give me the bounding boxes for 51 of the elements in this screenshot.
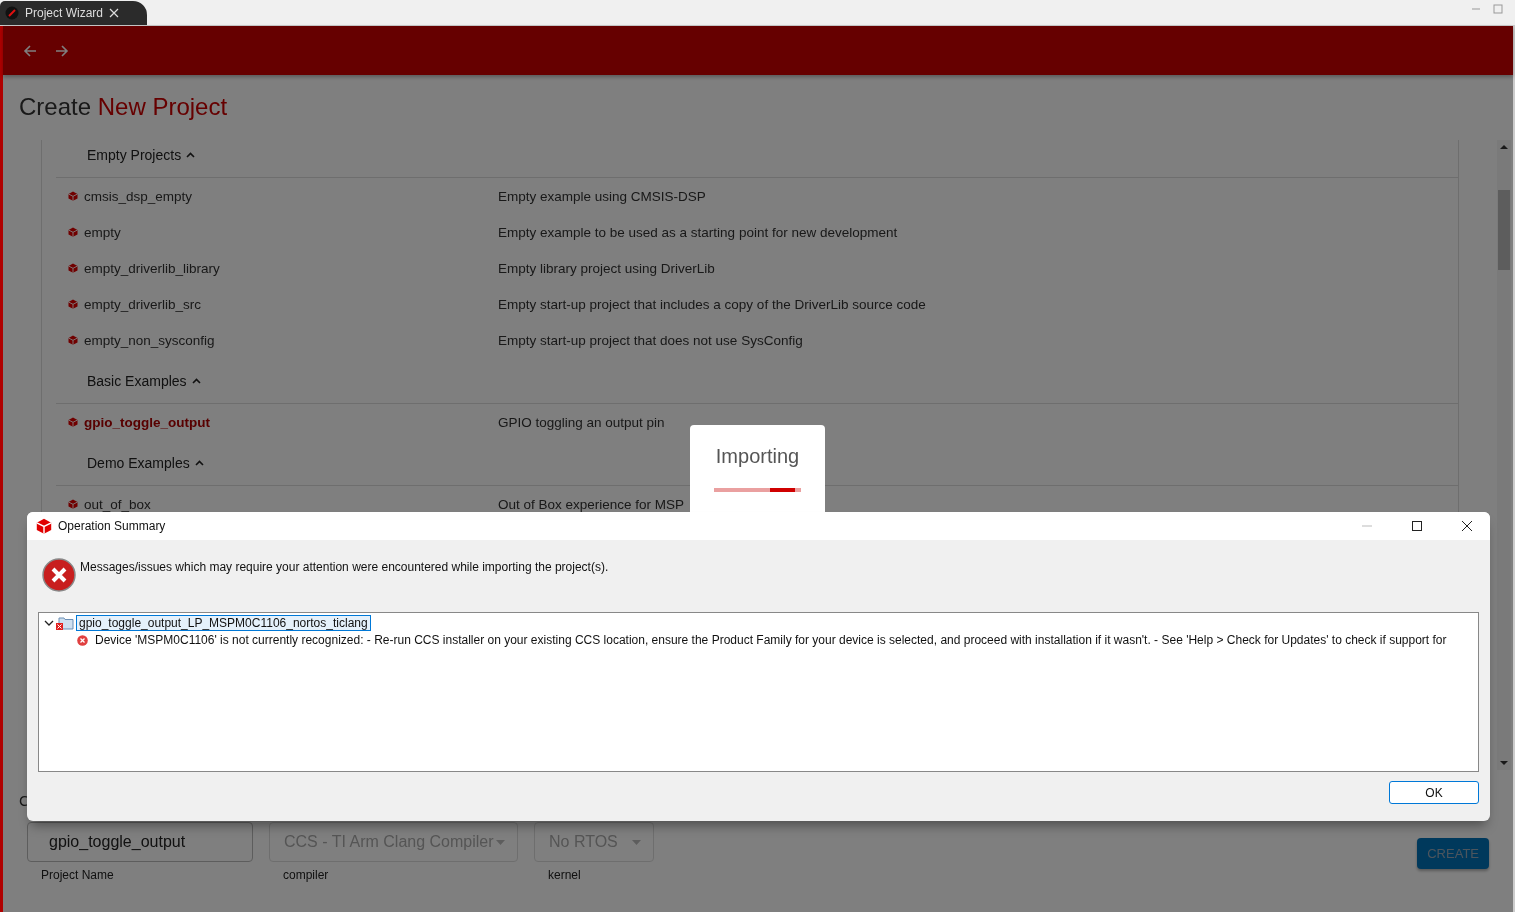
field-label: Project Name [40,867,115,882]
dropdown-caret-icon [496,839,505,845]
example-name[interactable]: cmsis_dsp_empty [68,188,193,204]
ok-button[interactable]: OK [1389,781,1479,804]
dialog-title: Operation Summary [58,519,166,533]
dialog-message: Messages/issues which may require your attention were encountered while importing the project(s). [80,559,609,574]
example-description: Empty start-up project that does not use SysConfig [498,332,803,348]
section-heading[interactable]: Empty Projects [87,147,196,163]
error-icon [77,634,88,646]
scroll-down-icon[interactable] [1500,760,1508,766]
maximize-icon[interactable] [1412,521,1422,531]
cube-icon [68,335,78,345]
tree-item[interactable]: Device 'MSPM0C1106' is not currently recognized: - Re-run CCS installer on your existing CCS location, ensure the Product Family for your device is selected, and proceed with installation if it wasn't. - See 'Help > Check for Updates' to check if support for [95,633,1447,647]
cube-icon [68,499,78,509]
example-description: GPIO toggling an output pin [498,414,665,430]
example-description: Empty example to be used as a starting point for new development [498,224,898,240]
cube-icon [36,518,52,534]
cube-icon [68,263,78,273]
example-description: Out of Box experience for MSP [498,496,685,512]
forward-arrow-icon[interactable] [55,43,69,58]
field-label: compiler [282,867,330,882]
cube-icon [68,417,78,427]
project-wizard-tab[interactable]: Project Wizard [0,1,148,25]
cube-icon [68,299,78,309]
error-icon [42,558,76,592]
section-heading[interactable]: Basic Examples [87,373,201,389]
example-description: Empty example using CMSIS-DSP [498,188,706,204]
cube-icon [68,227,78,237]
field-label: kernel [547,867,582,882]
project-folder-icon [56,615,74,630]
scrollbar[interactable] [1497,140,1511,770]
example-name[interactable]: empty_driverlib_src [68,296,202,312]
example-name[interactable]: empty_driverlib_library [68,260,220,276]
back-arrow-icon[interactable] [23,43,37,58]
cube-icon [68,191,78,201]
example-name[interactable]: empty [68,224,121,240]
example-description: Empty start-up project that includes a copy of the DriverLib source code [498,296,926,312]
example-description: Empty library project using DriverLib [498,260,715,276]
dropdown-caret-icon [632,839,641,845]
example-name[interactable]: gpio_toggle_output [68,414,210,430]
section-heading[interactable]: Demo Examples [87,455,204,471]
app-icon [5,6,19,20]
close-icon[interactable] [1462,521,1472,531]
project-name-field[interactable]: gpio_toggle_output [27,822,253,862]
example-name[interactable]: empty_non_sysconfig [68,332,215,348]
popup-title: Importing [715,445,800,468]
scroll-up-icon[interactable] [1500,144,1508,150]
tree-item[interactable]: gpio_toggle_output_LP_MSPM0C1106_nortos_ticlang [76,614,371,631]
example-name[interactable]: out_of_box [68,496,151,512]
page-title: Create New Project [18,92,228,122]
scrollbar-thumb[interactable] [1498,190,1510,270]
